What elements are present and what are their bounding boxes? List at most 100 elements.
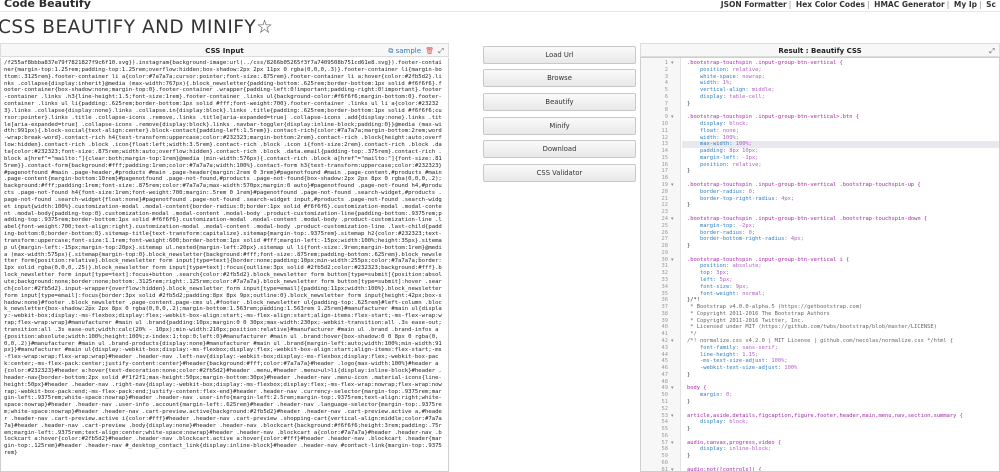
line-number: 61 — [661, 466, 669, 472]
fold-toggle-icon[interactable]: ▾ — [671, 114, 674, 120]
fold-toggle-icon[interactable]: ▾ — [671, 467, 674, 471]
fold-toggle-icon[interactable]: ▾ — [671, 257, 674, 263]
code-line: display: block; — [699, 419, 749, 426]
line-number: 59 — [661, 453, 669, 460]
code-line: } — [687, 453, 691, 460]
line-number: 26 — [661, 229, 669, 236]
fold-toggle-icon[interactable]: ▾ — [671, 440, 674, 446]
line-number: 20 — [661, 188, 669, 195]
line-number: 15 — [661, 154, 669, 161]
line-number: 44 — [661, 351, 669, 358]
code-line: }/*! — [687, 297, 700, 304]
nav-separator: | — [788, 0, 792, 9]
line-number: 29 — [661, 249, 669, 256]
line-number: 48 — [661, 378, 669, 385]
line-number: 13 — [661, 141, 669, 148]
fold-toggle-icon[interactable]: ▾ — [671, 216, 674, 222]
nav-link-my-ip[interactable]: My Ip — [954, 0, 977, 9]
expand-icon[interactable]: ⤢ — [989, 44, 995, 58]
line-number: 36 — [661, 297, 669, 304]
css-validator-button[interactable]: CSS Validator — [483, 164, 636, 182]
result-editor[interactable]: 1 ▾ 2 3 4 5 6 7 8 9 ▾ 10 11 12 13 14 15 16 17 18 19 ▾ 20 21 22 23… — [640, 57, 1000, 472]
code-line: -ms-text-size-adjust: 100%; — [699, 358, 788, 365]
code-line: border-top-right-radius: 4px; — [699, 195, 795, 202]
line-number: 52 — [661, 405, 669, 412]
code-line: } — [687, 202, 691, 209]
line-number: 3 — [664, 73, 668, 80]
code-line: border-radius: 0; — [699, 188, 756, 195]
code-line: .bootstrap-touchspin .input-group-btn-ve… — [687, 60, 843, 66]
code-line: * Copyright 2011-2016 The Bootstrap Auth… — [687, 310, 830, 317]
code-line: margin: 0; — [699, 392, 733, 399]
code-line: font-weight: normal; — [699, 290, 765, 297]
browse-button[interactable]: Browse — [483, 69, 636, 87]
trash-icon[interactable]: 🗑 — [425, 47, 434, 55]
code-line: article,aside,details,figcaption,figure,… — [687, 412, 963, 419]
line-number: 28 — [661, 243, 669, 250]
code-line: font-size: 9px; — [699, 283, 749, 290]
expand-icon[interactable]: ⤢ — [438, 47, 444, 55]
line-number-gutter: 1 ▾ 2 3 4 5 6 7 8 9 ▾ 10 11 12 13 14 15 16 17 18 19 ▾ 20 21 22 23… — [641, 58, 681, 471]
code-line: } — [687, 243, 691, 250]
code-line: .bootstrap-touchspin .input-group-btn-ve… — [687, 182, 921, 189]
line-number: 33 — [661, 276, 669, 283]
line-number: 6 — [664, 93, 668, 100]
fold-toggle-icon[interactable]: ▾ — [671, 385, 674, 391]
line-number: 23 — [661, 209, 669, 216]
code-line: top: 3px; — [699, 270, 730, 277]
code-line: padding: 8px 10px; — [699, 148, 759, 155]
nav-link-more[interactable]: Sc — [986, 0, 996, 9]
code-line: margin-left: -1px; — [699, 154, 759, 161]
line-number: 56 — [661, 432, 669, 439]
code-line: display: inline-block; — [699, 446, 772, 453]
line-number: 54 — [661, 419, 669, 426]
copy-icon[interactable]: ⧉ — [388, 47, 393, 55]
code-line: border-bottom-right-radius: 4px; — [699, 236, 804, 243]
line-number: 17 — [661, 168, 669, 175]
line-number: 57 — [661, 439, 669, 446]
code-line: width: 100%; — [699, 134, 739, 141]
fold-toggle-icon[interactable]: ▾ — [671, 60, 674, 66]
nav-link-hex-color-codes[interactable]: Hex Color Codes — [796, 0, 865, 9]
code-line: body { — [687, 385, 707, 392]
load-url-button[interactable]: Load Url — [483, 46, 636, 64]
input-tools: ⧉ sample 🗑 ⤢ — [388, 44, 444, 58]
code-line: * Licensed under MIT (https://github.com… — [687, 324, 937, 331]
code-line: position: relative; — [699, 161, 762, 168]
code-line: margin-top: -2px; — [699, 222, 756, 229]
code-line: * Bootstrap v4.0.0-alpha.5 (https://getb… — [687, 304, 863, 311]
line-number: 8 — [664, 107, 668, 114]
code-line: } — [687, 399, 691, 405]
code-line: } — [687, 168, 691, 175]
line-number: 58 — [661, 446, 669, 453]
line-number: 42 — [661, 337, 669, 344]
fold-toggle-icon[interactable]: ▾ — [671, 338, 674, 344]
line-number: 35 — [661, 290, 669, 297]
line-number: 25 — [661, 222, 669, 229]
line-number: 18 — [661, 175, 669, 182]
code-line: audio,canvas,progress,video { — [687, 439, 782, 446]
minify-button[interactable]: Minify — [483, 117, 636, 135]
line-number: 11 — [661, 127, 669, 134]
top-nav-links: JSON Formatter | Hex Color Codes | HMAC Ge… — [719, 0, 996, 9]
line-number: 16 — [661, 161, 669, 168]
line-number: 53 — [661, 412, 669, 419]
code-line: display: block; — [699, 121, 749, 128]
nav-link-json-formatter[interactable]: JSON Formatter — [721, 0, 787, 9]
site-logo[interactable]: Code Beautify — [4, 0, 91, 10]
download-button[interactable]: Download — [483, 140, 636, 158]
line-number: 5 — [664, 87, 668, 94]
line-number: 39 — [661, 317, 669, 324]
star-outline-icon[interactable]: ☆ — [256, 17, 273, 38]
line-number: 22 — [661, 202, 669, 209]
nav-link-hmac-generator[interactable]: HMAC Generator — [874, 0, 945, 9]
fold-toggle-icon[interactable]: ▾ — [671, 182, 674, 188]
code-line: .bootstrap-touchspin .input-group-btn-ve… — [687, 114, 860, 121]
css-input-editor[interactable]: /f255af8bbba837e79f7821827f9c6f10.svg}).… — [0, 58, 449, 472]
sample-link[interactable]: sample — [396, 47, 421, 55]
code-line: width: 1%; — [699, 80, 733, 87]
fold-toggle-icon[interactable]: ▾ — [671, 413, 674, 419]
line-number: 51 — [661, 399, 669, 405]
line-number: 43 — [661, 344, 669, 351]
beautify-button[interactable]: Beautify — [483, 93, 636, 111]
